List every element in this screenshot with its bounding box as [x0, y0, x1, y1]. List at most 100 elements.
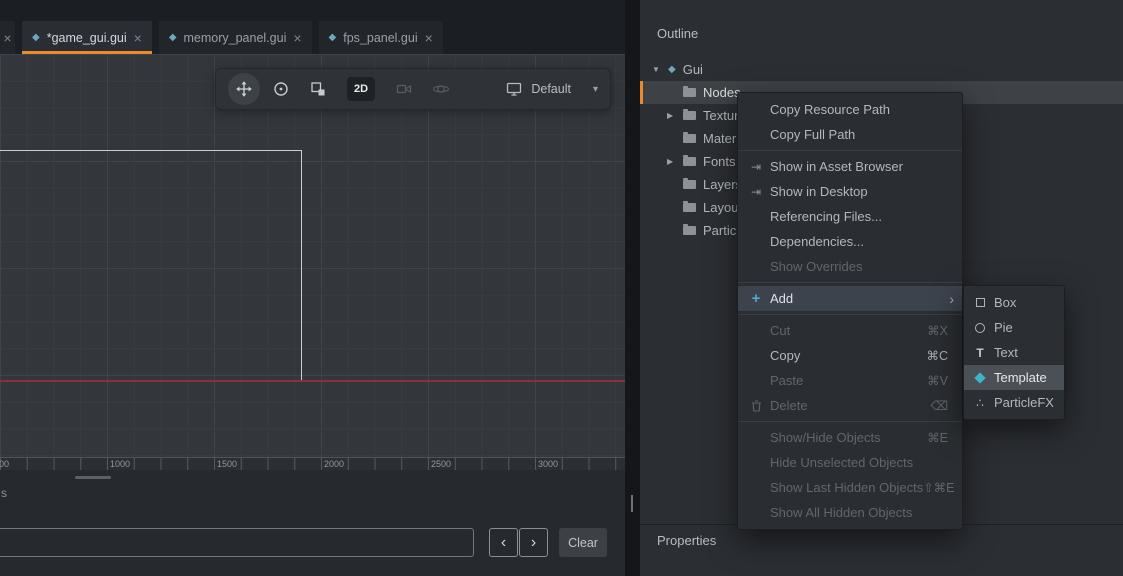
submenu-item-template[interactable]: Template [964, 365, 1064, 390]
tab-memory-panel[interactable]: ◆ memory_panel.gui × [159, 21, 312, 54]
desktop-icon: ⇥ [747, 186, 765, 198]
gui-file-icon: ◆ [32, 33, 40, 43]
menu-label: Referencing Files... [770, 209, 882, 224]
menu-separator [738, 314, 962, 315]
folder-icon [683, 180, 696, 189]
menu-item-copy-resource-path[interactable]: Copy Resource Path [738, 97, 962, 122]
menu-item-show-all-hidden-objects: Show All Hidden Objects [738, 500, 962, 525]
close-icon[interactable]: × [3, 31, 11, 45]
rotate-tool-button[interactable] [265, 73, 297, 105]
menu-item-delete: Delete ⌫ [738, 393, 962, 418]
scene-viewport[interactable]: 2D Default ▾ [0, 54, 625, 470]
menu-item-show-in-asset-browser[interactable]: ⇥ Show in Asset Browser [738, 154, 962, 179]
menu-label: Delete [770, 398, 808, 413]
layout-dropdown[interactable]: Default ▾ [505, 80, 598, 98]
camera-icon [395, 80, 413, 98]
menu-item-show-overrides: Show Overrides [738, 254, 962, 279]
shortcut-label: ⌘C [926, 348, 948, 363]
menu-item-add[interactable]: + Add › [738, 286, 962, 311]
context-menu: Copy Resource Path Copy Full Path ⇥ Show… [737, 92, 963, 530]
console-panel: s ‹ › Clear [0, 470, 625, 576]
shortcut-label: ⇧⌘E [923, 480, 954, 495]
outline-item-gui[interactable]: ▼ ◆ Gui [640, 58, 1123, 81]
folder-icon [683, 157, 696, 166]
folder-icon [683, 111, 696, 120]
menu-item-cut: Cut ⌘X [738, 318, 962, 343]
tab-fps-panel[interactable]: ◆ fps_panel.gui × [319, 21, 443, 54]
close-icon[interactable]: × [425, 31, 433, 45]
chevron-down-icon: ▾ [593, 84, 598, 95]
menu-label: Template [994, 370, 1047, 385]
menu-label: Copy Resource Path [770, 102, 890, 117]
orbit-camera-button [425, 73, 457, 105]
menu-item-dependencies[interactable]: Dependencies... [738, 229, 962, 254]
clear-button[interactable]: Clear [559, 528, 607, 557]
collapse-triangle-icon[interactable]: ▶ [667, 111, 683, 120]
splitter-handle[interactable] [631, 495, 633, 512]
menu-label: Copy Full Path [770, 127, 855, 142]
tab-label: *game_gui.gui [47, 31, 127, 45]
ruler-tick-label: 1500 [217, 459, 237, 469]
scale-tool-button[interactable] [302, 73, 334, 105]
menu-label: Show in Asset Browser [770, 159, 903, 174]
console-filter-input[interactable] [0, 528, 474, 557]
tab-hidden-partial[interactable]: × [0, 21, 15, 54]
expand-triangle-icon[interactable]: ▼ [652, 65, 668, 74]
trash-icon [747, 400, 765, 412]
menu-label: Text [994, 345, 1018, 360]
menu-label: Show in Desktop [770, 184, 868, 199]
collapse-triangle-icon[interactable]: ▶ [667, 157, 683, 166]
submenu-item-particlefx[interactable]: ∴ ParticleFX [964, 390, 1064, 415]
x-axis-line [0, 380, 625, 382]
folder-icon [683, 88, 696, 97]
template-icon [972, 374, 988, 382]
folder-icon [683, 134, 696, 143]
shortcut-label: ⌘X [927, 323, 948, 338]
gui-file-icon: ◆ [169, 33, 177, 43]
tree-label: Gui [683, 62, 703, 77]
asset-browser-icon: ⇥ [747, 161, 765, 173]
scale-icon [309, 80, 327, 98]
menu-separator [738, 282, 962, 283]
close-icon[interactable]: × [134, 31, 142, 45]
editor-pane: × ◆ *game_gui.gui × ◆ memory_panel.gui ×… [0, 0, 625, 576]
add-icon: + [747, 291, 765, 306]
submenu-item-box[interactable]: Box [964, 290, 1064, 315]
menu-item-show-hide-objects: Show/Hide Objects ⌘E [738, 425, 962, 450]
display-icon [505, 80, 523, 98]
submenu-item-text[interactable]: T Text [964, 340, 1064, 365]
menu-item-referencing-files[interactable]: Referencing Files... [738, 204, 962, 229]
menu-label: Paste [770, 373, 803, 388]
close-icon[interactable]: × [293, 31, 301, 45]
2d-mode-toggle[interactable]: 2D [347, 77, 375, 101]
menu-label: Cut [770, 323, 790, 338]
scrollbar-handle[interactable] [75, 476, 111, 479]
pie-icon [972, 323, 988, 333]
menu-label: Hide Unselected Objects [770, 455, 913, 470]
tab-game-gui[interactable]: ◆ *game_gui.gui × [22, 21, 152, 54]
ruler-tick-label: 1000 [110, 459, 130, 469]
next-match-button[interactable]: › [519, 528, 548, 557]
menu-label: Show Last Hidden Objects [770, 480, 923, 495]
menu-item-paste: Paste ⌘V [738, 368, 962, 393]
menu-item-copy[interactable]: Copy ⌘C [738, 343, 962, 368]
camera-perspective-button [388, 73, 420, 105]
submenu-item-pie[interactable]: Pie [964, 315, 1064, 340]
menu-item-show-in-desktop[interactable]: ⇥ Show in Desktop [738, 179, 962, 204]
menu-separator [738, 421, 962, 422]
ruler-tick-label: 500 [0, 459, 9, 469]
layout-selected-value: Default [531, 82, 571, 96]
tab-label: fps_panel.gui [343, 31, 417, 45]
move-icon [235, 80, 253, 98]
move-tool-button[interactable] [228, 73, 260, 105]
pane-divider [625, 0, 640, 576]
prev-match-button[interactable]: ‹ [489, 528, 518, 557]
ruler-tick-label: 2500 [431, 459, 451, 469]
outline-panel-title: Outline [657, 26, 698, 41]
console-partial-tab-label: s [1, 486, 7, 500]
menu-item-copy-full-path[interactable]: Copy Full Path [738, 122, 962, 147]
menu-label: Show Overrides [770, 259, 862, 274]
menu-label: Box [994, 295, 1016, 310]
text-icon: T [972, 347, 988, 359]
tree-label: Nodes [703, 85, 741, 100]
